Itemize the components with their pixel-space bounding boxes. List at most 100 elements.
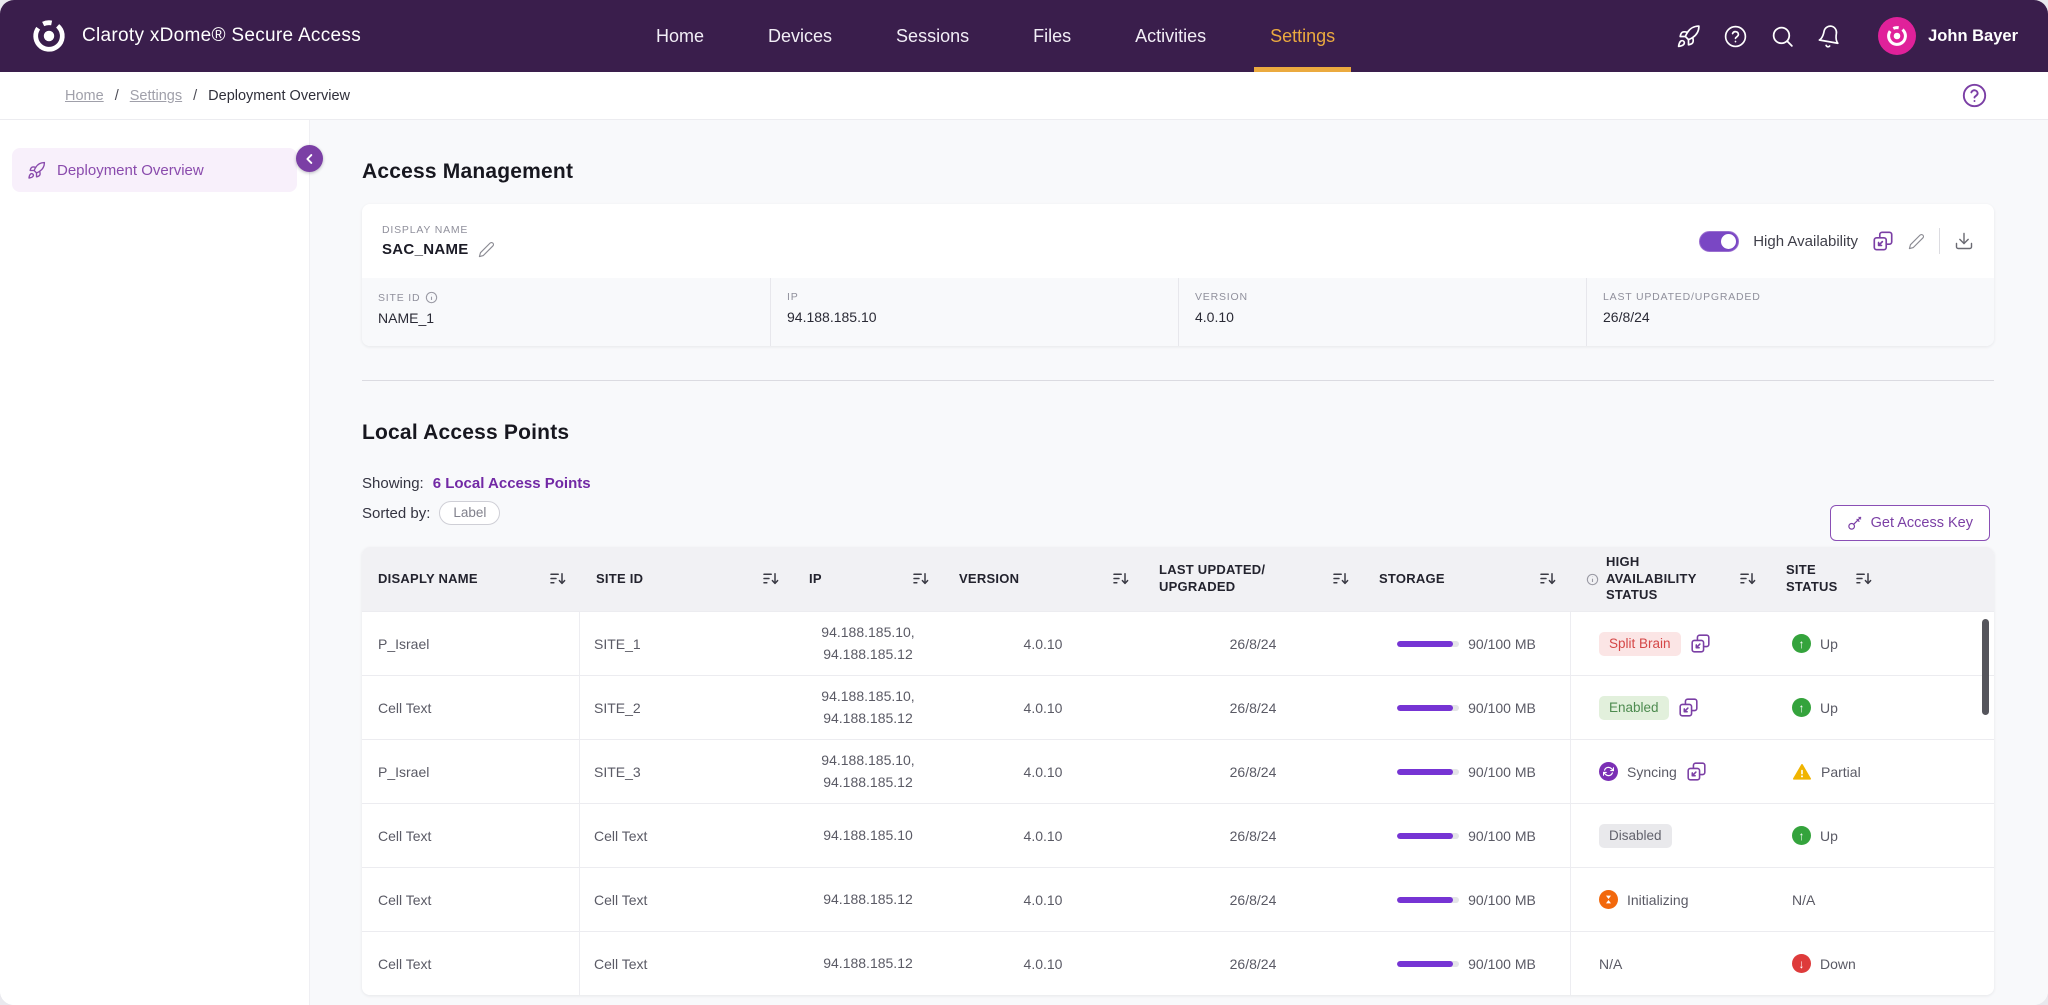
site-status-text: Up: [1820, 700, 1838, 716]
get-access-key-button[interactable]: Get Access Key: [1830, 505, 1990, 541]
storage-bar: [1397, 641, 1459, 647]
sort-chip[interactable]: Label: [439, 501, 500, 525]
ha-toggle-label: High Availability: [1753, 233, 1858, 250]
cell-display-name: Cell Text: [362, 868, 580, 931]
claroty-logo: [30, 17, 68, 55]
sorted-by-label: Sorted by:: [362, 505, 430, 522]
cell-site-id: Cell Text: [580, 804, 793, 867]
ha-status-text: Syncing: [1627, 764, 1677, 780]
cell-display-name: Cell Text: [362, 932, 580, 995]
filter-sort-icon[interactable]: [913, 572, 929, 586]
storage-bar: [1397, 897, 1459, 903]
user-menu[interactable]: John Bayer: [1878, 17, 2018, 55]
site-status-text: Down: [1820, 956, 1856, 972]
cell-storage: 90/100 MB: [1363, 612, 1570, 675]
showing-count-link[interactable]: 6 Local Access Points: [433, 475, 591, 492]
page-help-icon[interactable]: [1961, 82, 1988, 109]
access-management-card: DISPLAY NAME SAC_NAME High Availability: [362, 204, 1994, 346]
col-header-site-id[interactable]: SITE ID: [580, 547, 793, 611]
filter-sort-icon[interactable]: [1333, 572, 1349, 586]
sidebar-item-deployment-overview[interactable]: Deployment Overview: [12, 148, 297, 192]
info-icon[interactable]: [1586, 573, 1599, 586]
filter-sort-icon[interactable]: [1540, 572, 1556, 586]
col-header-ha-status[interactable]: HIGH AVAILABILITY STATUS: [1570, 547, 1770, 611]
col-header-display-name[interactable]: DISAPLY NAME: [362, 547, 580, 611]
cell-ip: 94.188.185.10: [793, 804, 943, 867]
cell-last-updated: 26/8/24: [1143, 868, 1363, 931]
ha-toggle[interactable]: [1699, 231, 1739, 252]
page-body: Deployment Overview Access Management DI…: [0, 120, 2048, 1005]
filter-sort-icon[interactable]: [550, 572, 566, 586]
field-ip: IP 94.188.185.10: [770, 278, 1178, 346]
table-row[interactable]: Cell Text Cell Text 94.188.185.10 4.0.10…: [362, 803, 1994, 867]
access-management-header: DISPLAY NAME SAC_NAME High Availability: [362, 204, 1994, 278]
sidebar-collapse-button[interactable]: [296, 145, 323, 172]
notifications-icon[interactable]: [1817, 24, 1842, 49]
cell-ha-status: Split Brain: [1570, 612, 1770, 675]
local-access-points-table: DISAPLY NAME SITE ID IP VERSION LAST UPD…: [362, 547, 1994, 995]
nav-item-activities[interactable]: Activities: [1135, 0, 1206, 72]
table-row[interactable]: P_Israel SITE_1 94.188.185.10, 94.188.18…: [362, 611, 1994, 675]
table-row[interactable]: P_Israel SITE_3 94.188.185.10, 94.188.18…: [362, 739, 1994, 803]
main-nav: Home Devices Sessions Files Activities S…: [656, 0, 1335, 72]
table-scrollbar[interactable]: [1982, 619, 1989, 715]
cell-site-id: Cell Text: [580, 932, 793, 995]
cell-version: 4.0.10: [943, 868, 1143, 931]
storage-text: 90/100 MB: [1468, 636, 1536, 652]
cell-display-name: P_Israel: [362, 612, 580, 675]
rocket-icon[interactable]: [1676, 24, 1701, 49]
help-icon[interactable]: [1723, 24, 1748, 49]
filter-sort-icon[interactable]: [1113, 572, 1129, 586]
access-management-fields: SITE ID NAME_1 IP 94.188.185.10 VERSION …: [362, 278, 1994, 346]
section-divider: [362, 380, 1994, 381]
breadcrumb-home[interactable]: Home: [65, 88, 104, 104]
filter-sort-icon[interactable]: [1856, 572, 1872, 586]
cell-last-updated: 26/8/24: [1143, 932, 1363, 995]
cell-site-status: N/A: [1770, 868, 1994, 931]
storage-bar: [1397, 769, 1459, 775]
nav-item-home[interactable]: Home: [656, 0, 704, 72]
display-name-label: DISPLAY NAME: [382, 224, 495, 236]
ha-details-icon[interactable]: [1872, 230, 1894, 252]
main-content: Access Management DISPLAY NAME SAC_NAME: [310, 120, 2048, 1005]
edit-ha-icon[interactable]: [1908, 233, 1925, 250]
nav-item-devices[interactable]: Devices: [768, 0, 832, 72]
ha-details-icon[interactable]: [1690, 633, 1711, 654]
col-header-last-updated[interactable]: LAST UPDATED/ UPGRADED: [1143, 547, 1363, 611]
site-status-text: Up: [1820, 828, 1838, 844]
showing-label: Showing:: [362, 475, 424, 492]
status-up-icon: ↑: [1792, 698, 1811, 717]
col-header-ip[interactable]: IP: [793, 547, 943, 611]
ha-details-icon[interactable]: [1686, 761, 1707, 782]
col-header-storage[interactable]: STORAGE: [1363, 547, 1570, 611]
table-row[interactable]: Cell Text SITE_2 94.188.185.10, 94.188.1…: [362, 675, 1994, 739]
nav-item-files[interactable]: Files: [1033, 0, 1071, 72]
col-header-site-status[interactable]: SITE STATUS: [1770, 547, 1994, 611]
cell-storage: 90/100 MB: [1363, 868, 1570, 931]
table-header: DISAPLY NAME SITE ID IP VERSION LAST UPD…: [362, 547, 1994, 611]
storage-text: 90/100 MB: [1468, 956, 1536, 972]
cell-display-name: Cell Text: [362, 676, 580, 739]
status-up-icon: ↑: [1792, 826, 1811, 845]
breadcrumb-settings[interactable]: Settings: [130, 88, 182, 104]
filter-sort-icon[interactable]: [1740, 572, 1756, 586]
info-icon[interactable]: [425, 291, 438, 304]
avatar[interactable]: [1878, 17, 1916, 55]
cell-site-status: ↑Up: [1770, 612, 1994, 675]
filter-sort-icon[interactable]: [763, 572, 779, 586]
nav-item-settings[interactable]: Settings: [1270, 0, 1335, 72]
download-icon[interactable]: [1954, 231, 1974, 251]
sidebar: Deployment Overview: [0, 120, 310, 1005]
cell-ha-status: N/A: [1570, 932, 1770, 995]
status-down-icon: ↓: [1792, 954, 1811, 973]
search-icon[interactable]: [1770, 24, 1795, 49]
table-row[interactable]: Cell Text Cell Text 94.188.185.12 4.0.10…: [362, 867, 1994, 931]
cell-ha-status: Enabled: [1570, 676, 1770, 739]
table-row[interactable]: Cell Text Cell Text 94.188.185.12 4.0.10…: [362, 931, 1994, 995]
cell-ip: 94.188.185.10, 94.188.185.12: [793, 740, 943, 803]
col-header-version[interactable]: VERSION: [943, 547, 1143, 611]
nav-item-sessions[interactable]: Sessions: [896, 0, 969, 72]
ha-details-icon[interactable]: [1678, 697, 1699, 718]
edit-display-name-icon[interactable]: [478, 241, 495, 258]
cell-display-name: Cell Text: [362, 804, 580, 867]
